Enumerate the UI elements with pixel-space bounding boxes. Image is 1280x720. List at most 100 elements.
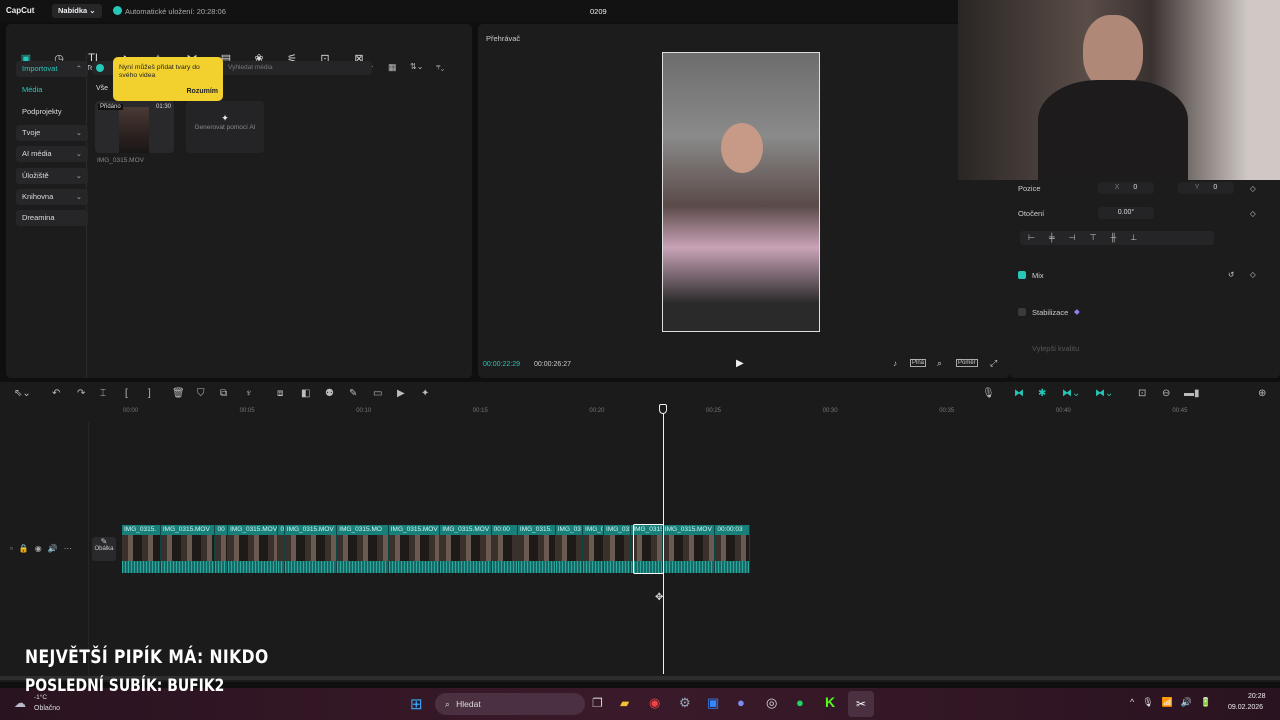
video-clip[interactable]: IMG_03 bbox=[555, 525, 584, 573]
video-clip[interactable]: IMG_0315.MOV bbox=[440, 525, 492, 573]
link-icon[interactable]: ⧓ bbox=[1014, 388, 1024, 399]
sidebar-item[interactable]: Knihovna ⌄ bbox=[16, 189, 88, 205]
video-clip[interactable]: IMG_0315.MOV bbox=[388, 525, 441, 573]
magic-icon[interactable]: ✎ bbox=[349, 388, 357, 399]
task-view-icon[interactable]: ❐ bbox=[592, 696, 603, 710]
kick-icon[interactable]: K bbox=[825, 694, 835, 710]
mirror-icon[interactable]: ◧ bbox=[301, 388, 310, 399]
mix-checkbox[interactable] bbox=[1018, 271, 1026, 279]
fit-icon[interactable]: ⊡ bbox=[1138, 388, 1146, 399]
video-preview[interactable] bbox=[662, 52, 820, 332]
video-clip[interactable]: 00 bbox=[215, 525, 229, 573]
tooltip-dismiss-button[interactable]: Rozumím bbox=[187, 88, 219, 95]
track-controls[interactable]: ▫🔒◉🔊⋯ bbox=[10, 544, 78, 553]
stabilize-checkbox[interactable] bbox=[1018, 308, 1026, 316]
clip-thumbnails bbox=[440, 535, 491, 561]
person-figure bbox=[721, 123, 763, 173]
capcut-taskbar-icon[interactable]: ✂ bbox=[848, 691, 874, 717]
video-clip[interactable]: IMG_0315. bbox=[122, 525, 161, 573]
select-icon[interactable]: ⇖⌄ bbox=[14, 388, 31, 399]
fullscreen-icon[interactable]: ⤢ bbox=[990, 358, 997, 369]
cutout-icon[interactable]: ⚉ bbox=[325, 388, 334, 399]
crop-icon[interactable]: ⧉ bbox=[220, 388, 227, 399]
sidebar-item[interactable]: Dreamina bbox=[16, 210, 88, 226]
sidebar-item[interactable]: Podprojekty bbox=[16, 104, 88, 120]
sidebar-item[interactable]: AI média ⌄ bbox=[16, 146, 88, 162]
reset-icon[interactable]: ↺ bbox=[1228, 270, 1234, 279]
chrome-icon[interactable]: ◉ bbox=[649, 695, 660, 711]
split-right-icon[interactable]: ] bbox=[148, 388, 151, 399]
marker-icon[interactable]: ⛉ bbox=[197, 388, 205, 399]
zoom-out-icon[interactable]: ⊖ bbox=[1162, 388, 1170, 399]
enhance-label: Vylepši kvalitu bbox=[1032, 344, 1080, 353]
playhead-handle[interactable] bbox=[659, 404, 667, 414]
system-tray-icons[interactable]: ^🎙📶🔊🔋 bbox=[1130, 697, 1219, 708]
taskbar-search[interactable]: ⌕ Hledat bbox=[435, 693, 585, 715]
export-frame-icon[interactable]: ▶ bbox=[397, 388, 405, 399]
undo-icon[interactable]: ↶ bbox=[52, 388, 60, 399]
clock-date[interactable]: 09.02.2026 bbox=[1228, 704, 1263, 711]
sidebar-item[interactable]: Importovat ⌃ bbox=[16, 61, 88, 77]
zoom-slider[interactable]: ▬▮ bbox=[1184, 388, 1200, 399]
app-icon[interactable]: ▣ bbox=[707, 695, 719, 711]
ratio-button[interactable]: Poměr bbox=[956, 359, 978, 367]
video-clip[interactable]: IMG_0315.MOV bbox=[284, 525, 338, 573]
redo-icon[interactable]: ↷ bbox=[77, 388, 85, 399]
snap-icon[interactable]: ✱ bbox=[1038, 388, 1046, 399]
video-clip[interactable]: IMG_0315 bbox=[604, 525, 632, 573]
menu-button[interactable]: Nabídka ⌄ bbox=[52, 4, 102, 18]
sidebar-item[interactable]: Úložiště ⌄ bbox=[16, 168, 88, 184]
delete-icon[interactable]: 🗑 bbox=[172, 388, 185, 399]
position-x-input[interactable]: X0 bbox=[1098, 182, 1154, 194]
playhead[interactable] bbox=[662, 412, 664, 674]
grid-view-icon[interactable]: ▦ bbox=[388, 62, 397, 73]
selected-clip[interactable] bbox=[633, 524, 664, 574]
cover-button[interactable]: ✎ Obálka bbox=[92, 537, 116, 561]
media-panel: ▣Média◷ZvukTIText◔Nálepky✧Efekty⋈Přechod… bbox=[6, 24, 472, 378]
split-left-icon[interactable]: [ bbox=[125, 388, 128, 399]
windows-start-icon[interactable]: ⊞ bbox=[410, 695, 423, 713]
hd-icon[interactable]: ▭ bbox=[373, 388, 382, 399]
filter-icon[interactable]: ⫧⌄ bbox=[436, 62, 444, 72]
mic-icon[interactable]: 🎙 bbox=[982, 388, 995, 399]
fullres-icon[interactable]: Plná bbox=[910, 359, 927, 367]
obs-icon[interactable]: ◎ bbox=[766, 695, 777, 711]
video-clip[interactable]: IMG_0315.MOV bbox=[662, 525, 716, 573]
clip-waveform bbox=[228, 561, 278, 573]
clock-time[interactable]: 20:28 bbox=[1248, 693, 1266, 700]
ai-icon[interactable]: ✦ bbox=[421, 388, 429, 399]
video-clip[interactable]: IMG_0315. bbox=[517, 525, 556, 573]
audio-icon[interactable]: ♪ bbox=[893, 359, 897, 368]
discord-icon[interactable]: ● bbox=[737, 695, 745, 710]
video-clip[interactable]: IMG_0315.MO bbox=[337, 525, 389, 573]
play-icon[interactable]: ▶ bbox=[736, 358, 744, 369]
keyframe-icon[interactable]: ◇ bbox=[1250, 270, 1256, 279]
linkage-icon[interactable]: ⧓⌄ bbox=[1062, 388, 1080, 399]
filter-all-tab[interactable]: Vše bbox=[96, 85, 108, 92]
sort-icon[interactable]: ⇅⌄ bbox=[410, 62, 423, 71]
split-icon[interactable]: ⌶ bbox=[100, 388, 106, 399]
spotify-icon[interactable]: ● bbox=[796, 695, 804, 710]
video-clip[interactable]: 00:00 bbox=[491, 525, 518, 573]
clip-waveform bbox=[440, 561, 491, 573]
media-item[interactable]: Přidáno 01:30 bbox=[95, 101, 174, 153]
speed-icon[interactable]: ♆ bbox=[245, 388, 253, 399]
position-y-input[interactable]: Y0 bbox=[1178, 182, 1234, 194]
zoom-in-icon[interactable]: ⊕ bbox=[1258, 388, 1266, 399]
preview-axis-icon[interactable]: ⧓⌄ bbox=[1095, 388, 1113, 399]
video-clip[interactable]: 00:00:03 bbox=[715, 525, 750, 573]
video-clip[interactable]: IMG_0315.MOV bbox=[160, 525, 216, 573]
generate-ai-button[interactable]: ✦ Generovat pomocí AI bbox=[186, 101, 264, 153]
rotation-input[interactable]: 0.00° bbox=[1098, 207, 1154, 219]
keyframe-icon[interactable]: ◇ bbox=[1250, 209, 1256, 218]
keyframe-icon[interactable]: ◇ bbox=[1250, 184, 1256, 193]
video-clip[interactable]: IMG_0315.MOV bbox=[228, 525, 279, 573]
video-clip[interactable]: IMG_031 bbox=[583, 525, 605, 573]
file-explorer-icon[interactable]: ▰ bbox=[620, 696, 629, 710]
freeze-icon[interactable]: ⧈ bbox=[277, 388, 283, 399]
sidebar-item[interactable]: Tvoje ⌄ bbox=[16, 125, 88, 141]
align-buttons[interactable]: ⊢╪⊣⊤╫⊥ bbox=[1020, 231, 1214, 245]
settings-icon[interactable]: ⚙ bbox=[679, 695, 691, 711]
sidebar-item[interactable]: Média bbox=[16, 82, 88, 98]
zoom-preview-icon[interactable]: ⌕ bbox=[937, 358, 942, 369]
